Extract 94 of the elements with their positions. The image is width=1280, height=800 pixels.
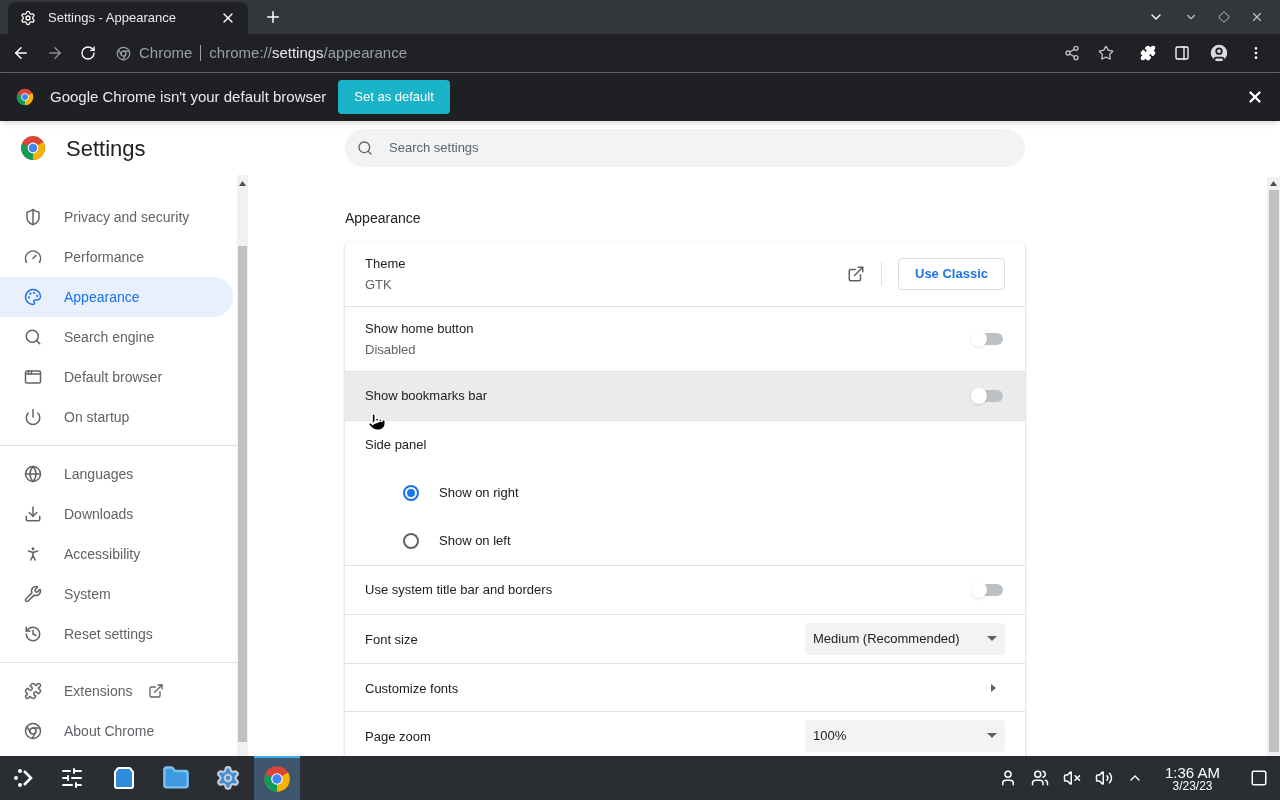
power-icon xyxy=(24,408,42,426)
clock-date[interactable]: 3/23/23 xyxy=(1172,779,1213,792)
new-tab-icon[interactable] xyxy=(264,8,282,26)
setting-row[interactable]: Use system title bar and borders xyxy=(345,565,1025,614)
puzzle-icon xyxy=(24,682,42,700)
radio-button[interactable] xyxy=(403,485,419,501)
chrome-logo-icon xyxy=(263,765,291,793)
sidebar-item[interactable]: Reset settings xyxy=(0,614,233,654)
submenu-arrow-icon xyxy=(991,683,997,692)
scroll-up-icon[interactable] xyxy=(239,181,246,186)
external-link-icon[interactable] xyxy=(847,265,865,283)
sidebar-item[interactable]: Languages xyxy=(0,454,233,494)
gauge-icon xyxy=(24,248,42,266)
dropdown-caret-icon xyxy=(987,733,997,739)
url-text: chrome://settings/appearance xyxy=(209,42,407,63)
site-label: Chrome xyxy=(139,42,193,63)
chrome-icon xyxy=(24,722,42,740)
hand-cursor-icon xyxy=(367,412,387,432)
setting-sublabel: GTK xyxy=(365,276,393,294)
sidebar-item[interactable]: Privacy and security xyxy=(0,197,233,237)
launcher-icon[interactable] xyxy=(12,767,34,789)
wrench-icon xyxy=(24,585,42,603)
share-icon[interactable] xyxy=(1064,45,1080,61)
sidebar-item[interactable]: Appearance xyxy=(0,277,233,317)
sidebar-item[interactable]: Performance xyxy=(0,237,233,277)
sidebar-item[interactable]: Extensions xyxy=(0,671,233,711)
search-icon xyxy=(357,140,373,156)
setting-label: Customize fonts xyxy=(365,680,459,696)
back-icon[interactable] xyxy=(12,44,30,62)
close-icon[interactable] xyxy=(1246,88,1264,106)
radio-label: Show on left xyxy=(439,532,511,551)
tab-title: Settings - Appearance xyxy=(48,9,177,28)
browser-window-icon xyxy=(24,368,42,386)
dropdown-select[interactable]: Medium (Recommended) xyxy=(805,623,1005,655)
users-icon[interactable] xyxy=(1030,769,1049,787)
browser-tab[interactable]: Settings - Appearance xyxy=(8,2,248,34)
palette-icon xyxy=(24,288,42,306)
sliders-icon[interactable] xyxy=(60,766,84,790)
maximize-icon[interactable] xyxy=(1218,11,1230,23)
shield-icon xyxy=(24,208,42,226)
radio-label: Show on right xyxy=(439,484,519,503)
infobar-message: Google Chrome isn't your default browser xyxy=(50,86,327,107)
chrome-logo-icon xyxy=(16,88,34,106)
setting-label: Show bookmarks bar xyxy=(365,387,489,406)
sidebar-item[interactable]: Downloads xyxy=(0,494,233,534)
volume-icon[interactable] xyxy=(1094,769,1113,787)
use-classic-button[interactable]: Use Classic xyxy=(898,258,1005,290)
extensions-icon[interactable] xyxy=(1140,45,1156,61)
sidebar-item[interactable]: On startup xyxy=(0,397,233,437)
active-taskbar-app[interactable] xyxy=(254,756,300,800)
bookmark-star-icon[interactable] xyxy=(1098,45,1114,61)
clock-time[interactable]: 1:36 AM xyxy=(1164,764,1220,780)
forward-icon[interactable] xyxy=(46,44,64,62)
sidebar-item[interactable]: Search engine xyxy=(0,317,233,357)
radio-button[interactable] xyxy=(403,533,419,549)
sidebar-item[interactable]: About Chrome xyxy=(0,711,233,751)
show-desktop-icon[interactable] xyxy=(1250,769,1268,787)
reload-icon[interactable] xyxy=(80,45,96,61)
profile-avatar-icon[interactable] xyxy=(1208,42,1230,64)
globe-icon xyxy=(24,465,42,483)
toggle-switch[interactable] xyxy=(971,329,1005,349)
dropdown-select[interactable]: 100% xyxy=(805,720,1005,752)
submenu-row[interactable]: Customize fonts xyxy=(345,663,1025,711)
setting-label: Theme xyxy=(365,254,407,273)
setting-label: Font size xyxy=(365,632,418,647)
scrollbar[interactable] xyxy=(1267,177,1280,756)
sidebar-item[interactable]: System xyxy=(0,574,233,614)
close-icon[interactable] xyxy=(1250,10,1264,24)
download-icon xyxy=(24,505,42,523)
history-icon xyxy=(24,625,42,643)
setting-sublabel: Disabled xyxy=(365,341,417,359)
sidebar-item[interactable]: Default browser xyxy=(0,357,233,397)
toggle-switch[interactable] xyxy=(971,580,1005,600)
toggle-switch[interactable] xyxy=(971,386,1005,406)
dropdown-caret-icon xyxy=(987,636,997,642)
search-field[interactable]: Search settings xyxy=(345,129,1025,167)
sidebar-item[interactable]: Accessibility xyxy=(0,534,233,574)
chrome-logo-icon xyxy=(20,135,46,161)
scrollbar[interactable] xyxy=(237,175,248,756)
folder-icon[interactable] xyxy=(162,764,190,792)
section-heading: Appearance xyxy=(345,209,422,228)
search-icon xyxy=(24,328,42,346)
settings-icon xyxy=(20,10,36,26)
muted-speaker-icon[interactable] xyxy=(1062,769,1081,787)
chrome-icon xyxy=(116,45,131,61)
scroll-up-icon[interactable] xyxy=(1270,181,1277,186)
side-panel-icon[interactable] xyxy=(1174,45,1190,61)
settings-title: Settings xyxy=(66,134,146,163)
setting-label: Side panel xyxy=(365,436,427,455)
gear-icon[interactable] xyxy=(215,765,241,791)
external-link-icon xyxy=(148,683,165,699)
setting-label: Use system title bar and borders xyxy=(365,581,554,600)
setting-label: Page zoom xyxy=(365,729,431,744)
setting-label: Show home button xyxy=(365,319,475,338)
